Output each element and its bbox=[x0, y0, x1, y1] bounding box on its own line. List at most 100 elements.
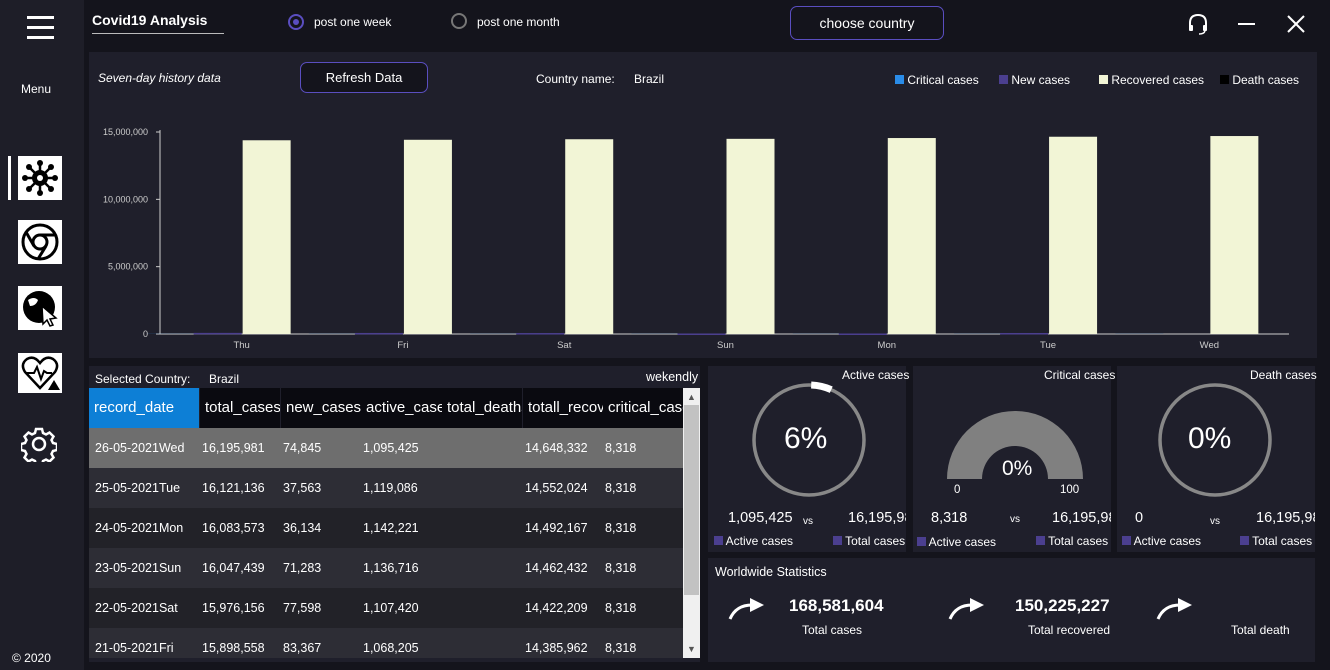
refresh-data-button[interactable]: Refresh Data bbox=[300, 62, 428, 93]
table-cell bbox=[445, 588, 521, 628]
choose-country-button[interactable]: choose country bbox=[790, 6, 944, 40]
legend-recovered: Recovered cases bbox=[1099, 73, 1204, 87]
table-cell: 74,845 bbox=[283, 441, 322, 455]
active-cases-title: Active cases bbox=[842, 368, 910, 382]
critical-total-value: 16,195,981 bbox=[1052, 510, 1111, 526]
bar-new-cases bbox=[354, 332, 403, 335]
virus-icon[interactable] bbox=[18, 156, 62, 200]
death-cases-value: 0 bbox=[1135, 510, 1144, 526]
legend-critical-label: Critical cases bbox=[907, 73, 979, 87]
app-title: Covid19 Analysis bbox=[92, 12, 208, 28]
total-recovered-label: Total recovered bbox=[1028, 623, 1111, 637]
legend-recovered-label: Recovered cases bbox=[1111, 73, 1205, 87]
active-legend-left: Active cases bbox=[714, 534, 793, 548]
critical-cases-percent: 0% bbox=[1002, 457, 1033, 480]
headset-icon[interactable] bbox=[1187, 13, 1209, 40]
title-underline bbox=[92, 33, 224, 34]
table-cell: 14,552,024 bbox=[525, 481, 588, 495]
table-cell: 1,142,221 bbox=[363, 521, 419, 535]
bar-recovered-cases bbox=[242, 140, 291, 334]
table-scrollbar[interactable]: ▲ ▼ bbox=[683, 388, 700, 658]
death-cases-title: Death cases bbox=[1250, 368, 1317, 382]
radio-week-label[interactable]: post one week bbox=[314, 15, 391, 29]
data-table[interactable]: record_date total_cases new_cases active… bbox=[89, 388, 683, 658]
legend: Critical cases bbox=[895, 73, 979, 87]
radio-month-label[interactable]: post one month bbox=[477, 15, 560, 29]
table-cell: 14,462,432 bbox=[525, 561, 588, 575]
active-total-value: 16,195,981 bbox=[848, 510, 906, 526]
scroll-up-icon[interactable]: ▲ bbox=[687, 392, 696, 402]
table-cell bbox=[445, 428, 521, 468]
header-new-cases[interactable]: new_cases bbox=[281, 388, 361, 428]
x-tick-label: Sun bbox=[717, 340, 734, 351]
legend-critical-swatch bbox=[895, 75, 904, 84]
table-row[interactable]: 21-05-2021Fri 15,898,558 83,367 1,068,205 14… bbox=[89, 628, 683, 658]
header-critical-cases[interactable]: critical_cases bbox=[603, 388, 683, 428]
active-legend-right: Total cases bbox=[833, 534, 905, 548]
country-name-label: Country name: bbox=[536, 72, 615, 86]
death-cases-percent: 0% bbox=[1188, 422, 1232, 455]
table-cell: 37,563 bbox=[283, 481, 322, 495]
y-tick-label: 15,000,000 bbox=[103, 127, 148, 137]
y-tick-label: 5,000,000 bbox=[108, 262, 148, 272]
table-cell: 8,318 bbox=[605, 441, 637, 455]
x-tick-label: Sat bbox=[557, 340, 572, 351]
legend-death-label: Death cases bbox=[1232, 73, 1300, 87]
death-legend-left: Active cases bbox=[1122, 534, 1201, 548]
table-cell: 23-05-2021Sun bbox=[95, 561, 182, 575]
table-cell bbox=[445, 628, 521, 658]
scrollbar-thumb[interactable] bbox=[684, 405, 699, 595]
table-cell: 71,283 bbox=[283, 561, 322, 575]
copyright: © 2020 bbox=[12, 651, 51, 665]
menu-label: Menu bbox=[21, 82, 52, 96]
bar-chart: 0 5,000,000 10,000,000 15,000,000 Thu Fri Sat S… bbox=[103, 127, 1289, 351]
table-cell: 1,107,420 bbox=[363, 601, 419, 615]
legend-recovered-swatch bbox=[1099, 75, 1108, 84]
chart-caption: Seven-day history data bbox=[98, 71, 221, 85]
total-death-arrow-icon bbox=[1156, 598, 1192, 620]
globe-cursor-icon[interactable] bbox=[18, 286, 62, 330]
bar-new-cases bbox=[193, 332, 242, 335]
legend-new: New cases bbox=[999, 73, 1070, 87]
radio-week[interactable] bbox=[288, 14, 304, 30]
critical-cases-value: 8,318 bbox=[931, 510, 968, 526]
header-total-recovered[interactable]: totall_recovered bbox=[523, 388, 603, 428]
table-cell: 8,318 bbox=[605, 601, 637, 615]
total-recovered-value: 150,225,227 bbox=[1015, 596, 1110, 615]
table-cell: 77,598 bbox=[283, 601, 322, 615]
settings-gear-icon[interactable] bbox=[19, 426, 59, 467]
close-icon[interactable] bbox=[1287, 15, 1305, 38]
heart-warning-icon[interactable] bbox=[18, 353, 62, 393]
table-cell: 1,095,425 bbox=[363, 441, 419, 455]
radio-month[interactable] bbox=[451, 13, 467, 29]
table-cell: 22-05-2021Sat bbox=[95, 601, 178, 615]
x-tick-label: Wed bbox=[1200, 340, 1219, 351]
header-total-deaths[interactable]: total_deaths bbox=[442, 388, 522, 428]
minimize-icon[interactable] bbox=[1238, 23, 1255, 25]
scroll-down-icon[interactable]: ▼ bbox=[687, 644, 696, 654]
table-cell: 1,136,716 bbox=[363, 561, 419, 575]
chrome-icon[interactable] bbox=[18, 220, 62, 264]
header-record-date[interactable]: record_date bbox=[89, 388, 199, 428]
critical-vs: vs bbox=[1010, 514, 1020, 525]
menu-hamburger-icon[interactable] bbox=[27, 16, 54, 46]
table-cell: 8,318 bbox=[605, 481, 637, 495]
bar-recovered-cases bbox=[403, 139, 452, 334]
selected-country-value: Brazil bbox=[209, 372, 240, 386]
table-cell: 26-05-2021Wed bbox=[95, 441, 185, 455]
critical-legend-left: Active cases bbox=[917, 535, 996, 549]
table-row[interactable]: 24-05-2021Mon 16,083,573 36,134 1,142,221 14… bbox=[89, 508, 683, 548]
table-cell: 8,318 bbox=[605, 561, 637, 575]
table-row[interactable]: 23-05-2021Sun 16,047,439 71,283 1,136,716 14… bbox=[89, 548, 683, 588]
table-cell bbox=[445, 548, 521, 588]
table-row[interactable]: 25-05-2021Tue 16,121,136 37,563 1,119,086 14… bbox=[89, 468, 683, 508]
death-legend-right: Total cases bbox=[1240, 534, 1312, 548]
table-cell: 8,318 bbox=[605, 521, 637, 535]
death-total-value: 16,195,981 bbox=[1256, 510, 1315, 526]
header-active-cases[interactable]: active_cases bbox=[361, 388, 442, 428]
table-row[interactable]: 26-05-2021Wed 16,195,981 74,845 1,095,425 14… bbox=[89, 428, 683, 468]
header-total-cases[interactable]: total_cases bbox=[200, 388, 280, 428]
table-row[interactable]: 22-05-2021Sat 15,976,156 77,598 1,107,420 14… bbox=[89, 588, 683, 628]
table-cell: 1,119,086 bbox=[363, 481, 418, 495]
critical-gauge-max: 100 bbox=[1060, 484, 1080, 496]
